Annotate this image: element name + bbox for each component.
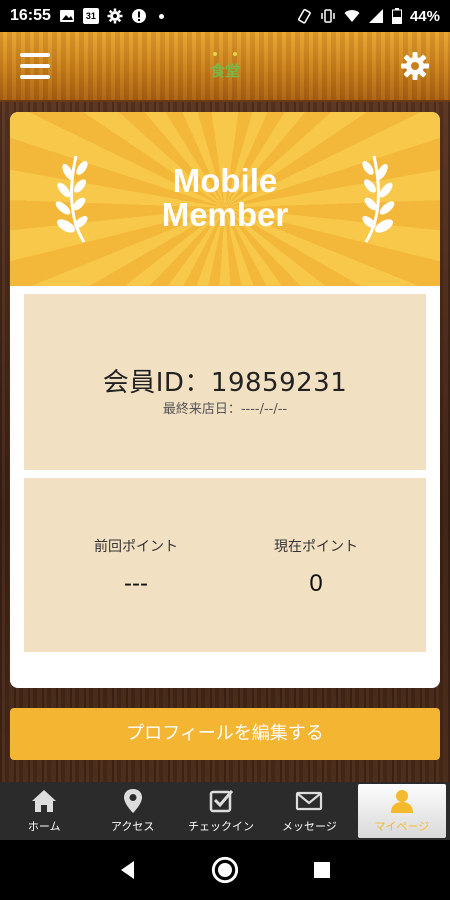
- hamburger-menu-icon[interactable]: [20, 53, 50, 79]
- current-points: 現在ポイント 0: [226, 536, 406, 598]
- checkin-icon: [209, 790, 234, 813]
- nav-label-access: アクセス: [110, 820, 155, 833]
- image-notification-icon: [59, 10, 74, 22]
- nav-label-checkin: チェックイン: [188, 820, 255, 833]
- signal-icon: [368, 9, 383, 23]
- mail-icon: [296, 791, 323, 811]
- previous-points-value: ---: [124, 570, 148, 597]
- nav-item-mypage[interactable]: マイページ: [357, 784, 447, 838]
- svg-text:食堂: 食堂: [210, 62, 240, 80]
- bottom-nav: ホーム アクセス チェックイン メッセージ マイページ: [0, 782, 450, 840]
- nav-item-checkin[interactable]: チェックイン: [177, 782, 265, 840]
- vibrate-icon: [321, 9, 335, 23]
- nav-item-access[interactable]: アクセス: [88, 782, 176, 840]
- app-header: 食堂: [0, 32, 450, 102]
- current-points-value: 0: [309, 570, 323, 597]
- nav-label-home: ホーム: [27, 820, 61, 833]
- previous-points: 前回ポイント ---: [46, 536, 226, 598]
- edit-profile-button[interactable]: プロフィールを編集する: [10, 708, 440, 760]
- location-pin-icon: [123, 789, 142, 813]
- back-icon[interactable]: [116, 858, 140, 882]
- mobile-member-banner: Mobile Member: [10, 112, 440, 286]
- previous-points-label: 前回ポイント: [94, 539, 178, 555]
- last-visit-date: 最終来店日：----/--/--: [162, 402, 288, 417]
- points-panel: 前回ポイント --- 現在ポイント 0: [24, 478, 426, 652]
- shop-logo: 食堂: [210, 52, 240, 80]
- home-button-icon[interactable]: [211, 856, 239, 884]
- status-time: 16:55: [10, 7, 51, 24]
- home-icon: [32, 790, 57, 812]
- nav-label-mypage: マイページ: [374, 820, 430, 833]
- system-nav-bar: [0, 840, 450, 900]
- wifi-icon: [344, 10, 360, 22]
- status-bar: 16:55 31 44%: [0, 0, 450, 32]
- calendar-notification-icon: 31: [82, 8, 99, 24]
- current-points-label: 現在ポイント: [274, 539, 358, 555]
- recents-icon[interactable]: [310, 858, 334, 882]
- alert-notification-icon: [131, 9, 146, 23]
- gear-icon[interactable]: [400, 51, 430, 81]
- laurel-right-icon: [362, 155, 395, 243]
- battery-icon: [391, 8, 402, 24]
- nav-label-message: メッセージ: [282, 820, 337, 833]
- nav-item-message[interactable]: メッセージ: [265, 782, 353, 840]
- nav-item-home[interactable]: ホーム: [0, 782, 88, 840]
- battery-percent: 44%: [409, 7, 440, 25]
- member-id: 会員ID：19859231: [102, 368, 348, 398]
- member-card: Mobile Member 会員ID：19859231 最終来店日：----/-…: [10, 112, 440, 688]
- settings-notification-icon: [107, 8, 123, 24]
- member-id-panel: 会員ID：19859231 最終来店日：----/--/--: [24, 294, 426, 470]
- dot-notification-icon: [158, 13, 164, 19]
- rotate-icon: [297, 8, 311, 24]
- person-icon: [390, 790, 413, 813]
